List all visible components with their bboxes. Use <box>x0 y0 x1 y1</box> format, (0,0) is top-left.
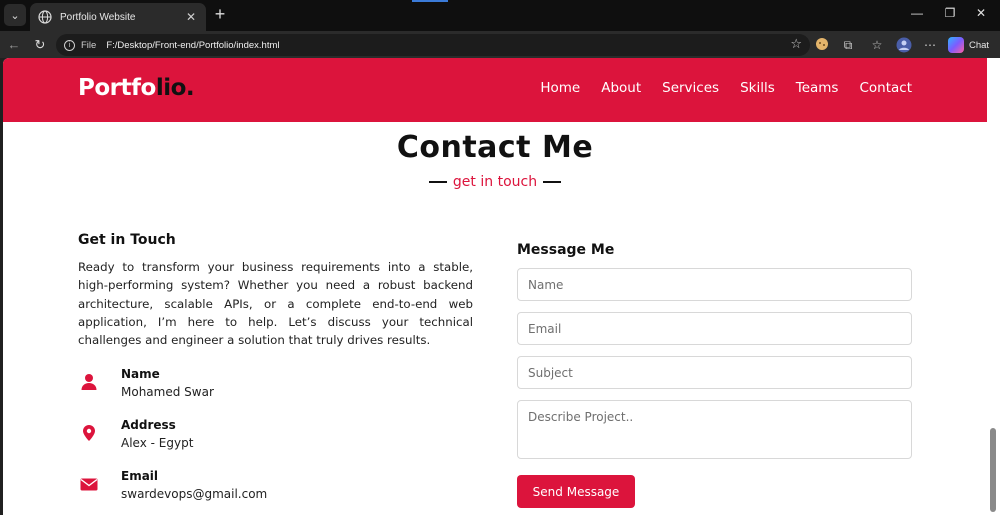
site-header: Portfolio. Home About Services Skills Te… <box>3 58 987 122</box>
tab-title: Portfolio Website <box>60 11 136 23</box>
name-input[interactable] <box>517 268 912 301</box>
info-value: Mohamed Swar <box>121 385 214 399</box>
site-logo[interactable]: Portfolio. <box>78 75 195 101</box>
new-tab-button[interactable]: + <box>210 5 230 25</box>
chat-label: Chat <box>969 39 990 51</box>
profile-cookie-icon[interactable] <box>814 37 830 53</box>
nav-teams[interactable]: Teams <box>796 80 839 96</box>
profile-avatar[interactable] <box>896 37 912 53</box>
info-label: Name <box>121 367 160 381</box>
subtitle-dash-right <box>543 181 562 183</box>
subtitle-text: get in touch <box>452 174 538 190</box>
section-subtitle: get in touch <box>3 174 987 190</box>
get-in-touch-paragraph: Ready to transform your business require… <box>78 260 473 348</box>
logo-text-white: Portfo <box>78 75 156 101</box>
browser-tab-bar: ⌄ Portfolio Website ✕ + — ❐ ✕ <box>0 0 1000 31</box>
envelope-icon <box>80 475 98 493</box>
email-input[interactable] <box>517 312 912 345</box>
browser-toolbar: ← ↻ i File F:/Desktop/Front-end/Portfoli… <box>0 31 1000 58</box>
globe-icon <box>38 10 52 24</box>
message-me-heading: Message Me <box>517 242 615 258</box>
info-value: Alex - Egypt <box>121 436 194 450</box>
address-scheme: File <box>81 39 97 51</box>
user-icon <box>80 373 98 391</box>
page-viewport: Portfolio. Home About Services Skills Te… <box>3 58 987 515</box>
info-name: Name Mohamed Swar <box>78 367 478 407</box>
back-arrow-icon[interactable]: ← <box>4 35 24 55</box>
logo-text-dark: lio. <box>155 75 195 101</box>
nav-about[interactable]: About <box>601 80 641 96</box>
info-value: swardevops@gmail.com <box>121 487 268 501</box>
copilot-icon <box>948 37 964 53</box>
favorite-star-icon[interactable]: ☆ <box>790 37 802 52</box>
nav-services[interactable]: Services <box>662 80 719 96</box>
tab-indicator <box>412 0 448 2</box>
section-title: Contact Me <box>396 130 594 165</box>
info-label: Address <box>121 418 176 432</box>
info-address: Address Alex - Egypt <box>78 418 478 458</box>
project-description-textarea[interactable] <box>517 400 912 459</box>
send-message-button[interactable]: Send Message <box>517 475 635 508</box>
minimize-button[interactable]: — <box>902 6 932 26</box>
favorites-icon[interactable]: ☆ <box>869 37 885 53</box>
reload-icon[interactable]: ↻ <box>30 35 50 55</box>
more-options-icon[interactable]: ⋯ <box>922 37 938 53</box>
get-in-touch-section: Get in Touch Ready to transform your bus… <box>78 232 473 349</box>
info-label: Email <box>121 469 159 483</box>
tab-close-icon[interactable]: ✕ <box>184 10 198 24</box>
page-scrollbar-thumb[interactable] <box>990 428 996 512</box>
info-icon[interactable]: i <box>64 39 75 51</box>
nav-skills[interactable]: Skills <box>740 80 775 96</box>
address-url[interactable]: F:/Desktop/Front-end/Portfolio/index.htm… <box>106 40 279 51</box>
tab-actions-menu-button[interactable]: ⌄ <box>4 4 26 26</box>
get-in-touch-heading: Get in Touch <box>78 232 176 248</box>
info-email: Email swardevops@gmail.com <box>78 469 478 509</box>
subtitle-dash-left <box>428 181 447 183</box>
nav-contact[interactable]: Contact <box>859 80 912 96</box>
extensions-puzzle-icon[interactable]: ⧉ <box>840 37 856 53</box>
main-nav: Home About Services Skills Teams Contact <box>540 80 912 96</box>
close-window-button[interactable]: ✕ <box>966 6 996 26</box>
restore-button[interactable]: ❐ <box>935 6 965 26</box>
copilot-chat-button[interactable]: Chat <box>948 36 989 54</box>
location-pin-icon <box>80 424 98 442</box>
address-bar[interactable]: i File F:/Desktop/Front-end/Portfolio/in… <box>56 34 810 56</box>
message-form: Message Me Send Message <box>517 242 913 508</box>
browser-tab[interactable]: Portfolio Website ✕ <box>30 3 206 31</box>
subject-input[interactable] <box>517 356 912 389</box>
nav-home[interactable]: Home <box>540 80 580 96</box>
